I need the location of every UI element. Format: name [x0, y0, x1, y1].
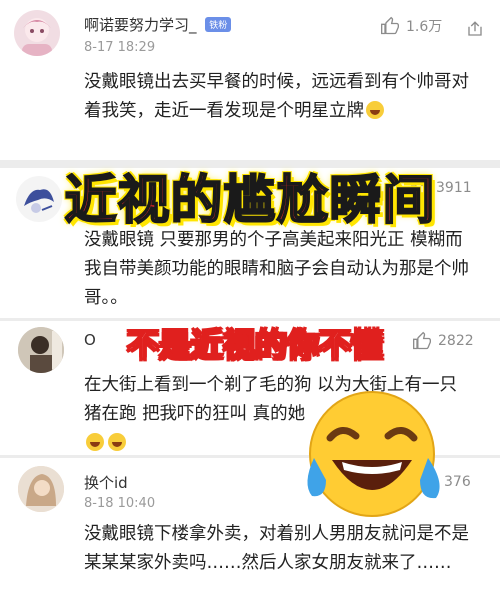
like-button[interactable]: 1.6万	[380, 16, 442, 36]
comment-date: 8-18 10:40	[84, 496, 156, 511]
avatar[interactable]	[18, 466, 64, 512]
avatar[interactable]	[18, 327, 64, 373]
avatar[interactable]	[14, 10, 60, 56]
like-count: 2822	[438, 333, 474, 349]
overlay-title: 近视的尴尬瞬间	[63, 170, 436, 232]
share-icon[interactable]	[466, 20, 484, 38]
overlay-subtitle: 不是近视的你不懂	[126, 325, 384, 365]
tears-of-joy-emoji	[307, 391, 440, 517]
comment-text: 没戴眼镜 只要那男的个子高美起来阳光正 模糊而我自带美颜功能的眼睛和脑子会自动认…	[84, 230, 469, 308]
username[interactable]: 换个id	[84, 472, 128, 493]
comment-card-1: 啊诺要努力学习_ 铁粉 8-17 18:29 1.6万 没戴眼镜出去买早餐的时候…	[0, 0, 500, 160]
like-button[interactable]: 2822	[412, 331, 474, 351]
fan-badge: 铁粉	[205, 17, 232, 32]
username[interactable]: 啊诺要努力学习_ 铁粉	[84, 14, 232, 35]
grinning-emoji	[86, 433, 104, 451]
comment-text: 没戴眼镜出去买早餐的时候，远远看到有个帅哥对着我笑，走近一看发现是个明星立牌	[84, 72, 469, 121]
username-text[interactable]: 啊诺要努力学习_	[84, 16, 197, 34]
comment-date: 8-17 18:29	[84, 40, 156, 55]
like-count: 1.6万	[406, 19, 443, 35]
grinning-emoji	[108, 433, 126, 451]
thumbs-up-icon	[381, 16, 399, 35]
grinning-emoji	[366, 101, 384, 119]
